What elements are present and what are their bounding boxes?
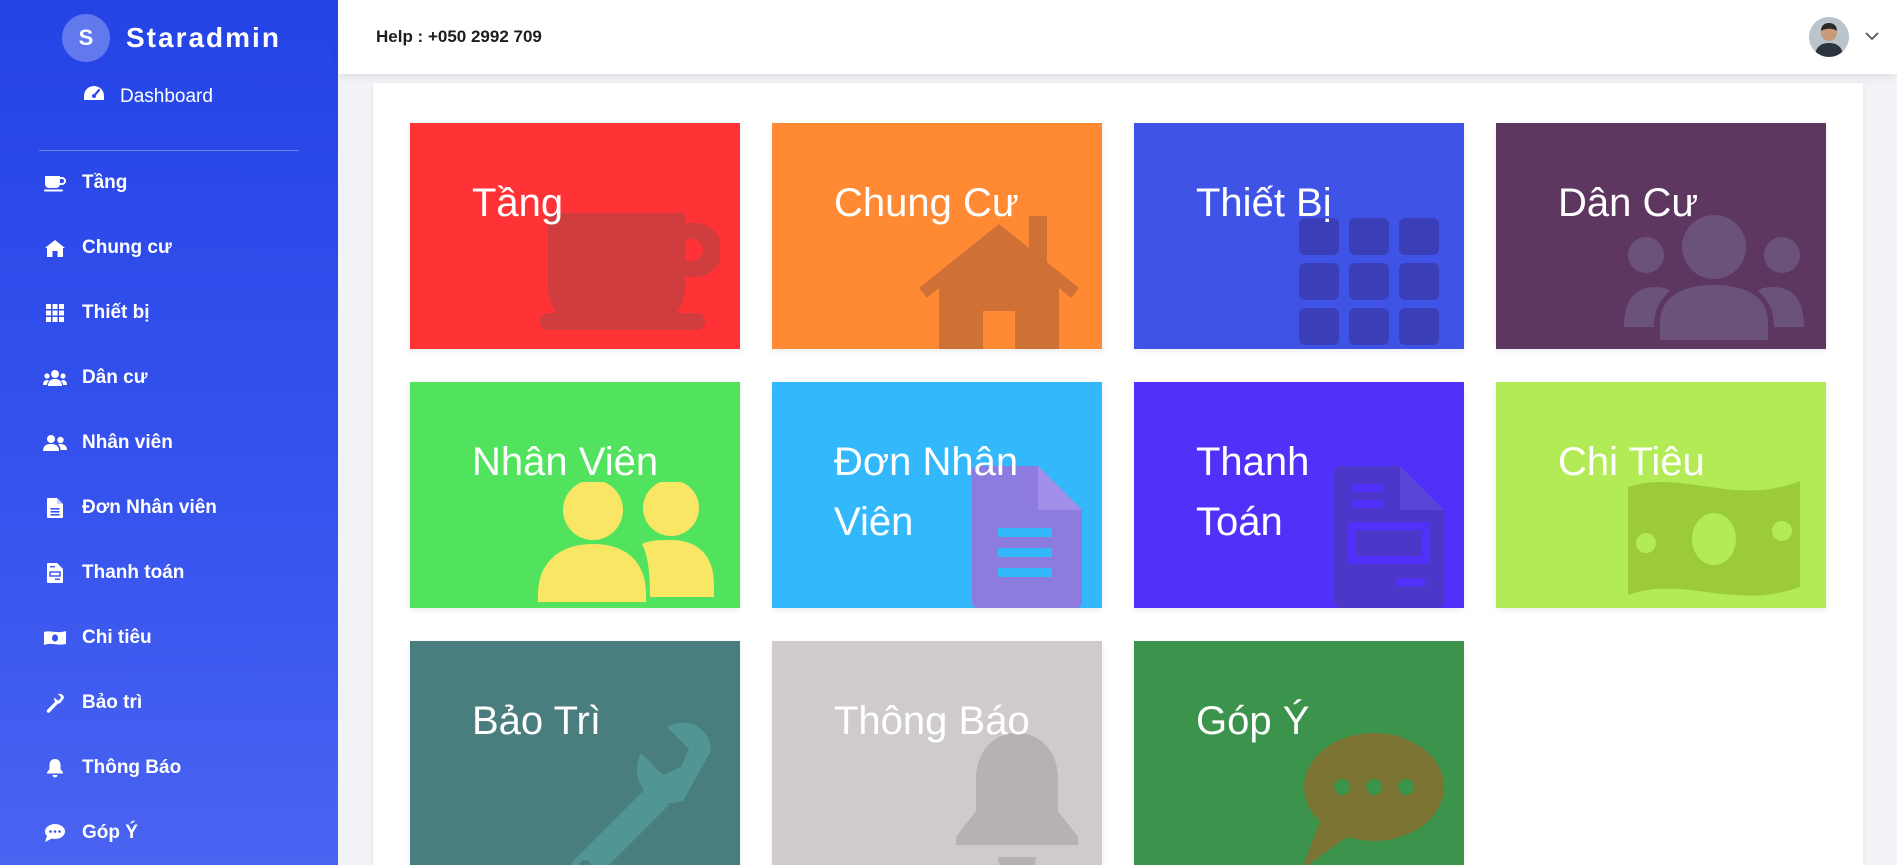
tile-title: Thông Báo [834,699,1030,743]
grid-icon [1299,218,1439,349]
help-text: Help : +050 2992 709 [376,27,542,46]
user-friends-icon [42,432,68,454]
sidebar-item-label: Bảo trì [82,691,143,713]
user-friends-icon [538,480,718,607]
tile-title: Nhân Viên [472,440,659,484]
tile-title: Thanh Toán [1196,440,1310,544]
sidebar-item-chi-tieu[interactable]: Chi tiêu [0,605,338,670]
sidebar-nav: Tầng Chung cư Thiết bị Dân cư Nhân viên [0,150,338,865]
coffee-cup-icon [540,213,722,348]
tile-title: Chung Cư [834,181,1019,225]
sidebar-item-dan-cu[interactable]: Dân cư [0,345,338,410]
user-avatar-icon[interactable] [1809,17,1849,57]
sidebar-item-label: Đơn Nhân viên [82,496,217,518]
wrench-icon [42,692,68,714]
comment-icon [1294,731,1444,865]
brand-name: Staradmin [126,22,281,53]
tile-chi-tieu[interactable]: Chi Tiêu [1496,382,1826,608]
tile-dan-cu[interactable]: Dân Cư [1496,123,1826,349]
tile-title: Tầng [472,181,564,225]
sidebar-item-label: Chi tiêu [82,626,152,648]
sidebar: S Staradmin Dashboard Tầng Chung cư Thiế… [0,0,338,865]
tile-chung-cu[interactable]: Chung Cư [772,123,1102,349]
top-header: Help : +050 2992 709 [338,0,1897,74]
sidebar-item-thong-bao[interactable]: Thông Báo [0,735,338,800]
main-content-card: Tầng Chung Cư Thiết Bị Dân Cư Nhân Viên … [373,83,1863,865]
tile-title: Thiết Bị [1196,181,1332,225]
money-bill-icon [1624,477,1804,607]
home-icon [42,237,68,259]
home-icon [917,216,1082,349]
sidebar-item-gop-y[interactable]: Góp Ý [0,800,338,865]
bell-icon [42,757,68,779]
sidebar-item-nhan-vien[interactable]: Nhân viên [0,410,338,475]
sidebar-item-label: Góp Ý [82,821,138,843]
chevron-down-icon[interactable] [1865,28,1879,46]
sidebar-item-bao-tri[interactable]: Bảo trì [0,670,338,735]
tile-title: Đơn Nhân Viên [834,440,1019,544]
users-group-icon [42,367,68,389]
sidebar-item-thiet-bi[interactable]: Thiết bị [0,280,338,345]
coffee-cup-icon [42,172,68,194]
bell-icon [952,733,1082,865]
tile-tang[interactable]: Tầng [410,123,740,349]
tile-gop-y[interactable]: Góp Ý [1134,641,1464,865]
brand-logo: S [62,14,110,62]
sidebar-item-label: Dashboard [120,85,213,107]
tile-bao-tri[interactable]: Bảo Trì [410,641,740,865]
sidebar-item-don-nhan-vien[interactable]: Đơn Nhân viên [0,475,338,540]
file-icon [42,497,68,519]
tile-title: Dân Cư [1558,181,1699,225]
grid-icon [42,302,68,324]
sidebar-item-dashboard[interactable]: Dashboard [82,84,213,109]
sidebar-item-label: Thanh toán [82,561,185,583]
sidebar-item-label: Thông Báo [82,756,182,778]
sidebar-item-tang[interactable]: Tầng [0,150,338,215]
money-bill-icon [42,627,68,649]
invoice-icon [42,562,68,584]
tile-don-nhan-vien[interactable]: Đơn Nhân Viên [772,382,1102,608]
comment-icon [42,822,68,844]
tile-nhan-vien[interactable]: Nhân Viên [410,382,740,608]
sidebar-item-chung-cu[interactable]: Chung cư [0,215,338,280]
sidebar-item-label: Chung cư [82,236,172,258]
brand[interactable]: S Staradmin [62,14,281,62]
tile-title: Bảo Trì [472,699,601,743]
sidebar-item-label: Dân cư [82,366,148,388]
sidebar-item-thanh-toan[interactable]: Thanh toán [0,540,338,605]
sidebar-item-label: Nhân viên [82,431,173,453]
tile-thanh-toan[interactable]: Thanh Toán [1134,382,1464,608]
tile-thong-bao[interactable]: Thông Báo [772,641,1102,865]
tile-thiet-bi[interactable]: Thiết Bị [1134,123,1464,349]
speedometer-icon [82,84,106,109]
tile-title: Chi Tiêu [1558,440,1705,484]
tile-title: Góp Ý [1196,699,1310,743]
sidebar-item-label: Tầng [82,171,128,193]
sidebar-item-label: Thiết bị [82,301,150,323]
users-group-icon [1624,215,1804,345]
